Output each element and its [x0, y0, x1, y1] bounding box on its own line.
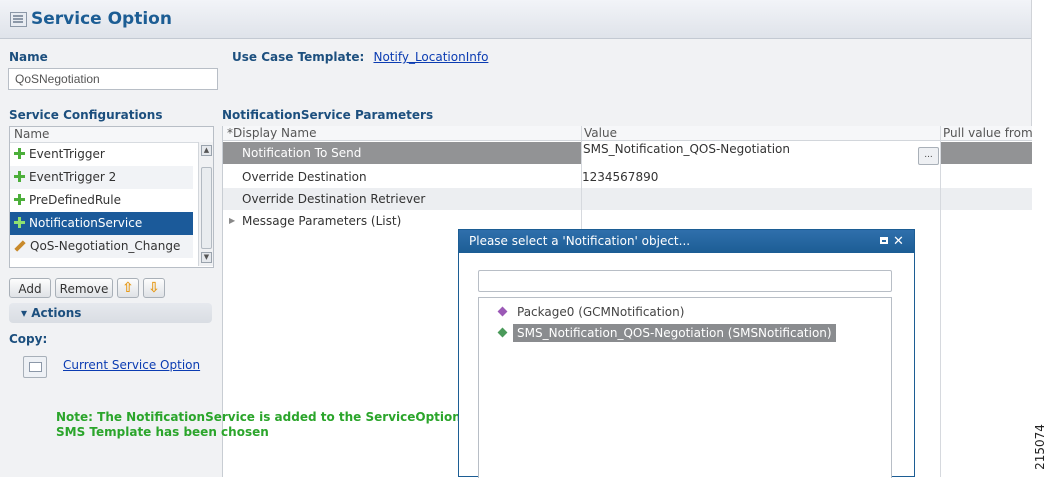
use-case-template: Use Case Template: Notify_LocationInfo: [232, 50, 488, 64]
plus-icon: [14, 217, 25, 228]
pencil-icon: [14, 240, 26, 252]
browse-button[interactable]: ...: [918, 147, 939, 165]
col-value: Value: [582, 126, 940, 141]
col-pull-value-from: Pull value from: [940, 126, 1032, 141]
use-case-link[interactable]: Notify_LocationInfo: [373, 50, 488, 64]
scroll-down-icon[interactable]: ▼: [201, 252, 212, 263]
dialog-titlebar: Please select a 'Notification' object...…: [459, 230, 914, 253]
list-scrollbar[interactable]: ▲ ▼: [198, 142, 213, 266]
table-row[interactable]: Override Destination Retriever: [223, 188, 1032, 210]
notification-diamond-icon: [497, 306, 508, 317]
move-down-button[interactable]: ⇩: [143, 278, 165, 298]
service-option-icon: [10, 12, 27, 27]
panel-header: Service Option: [0, 0, 1031, 39]
expand-triangle-icon[interactable]: ▶: [229, 210, 235, 232]
table-row[interactable]: Override Destination 1234567890: [223, 166, 1032, 188]
table-row[interactable]: Notification To Send SMS_Notification_QO…: [223, 142, 1032, 164]
notification-diamond-icon: [497, 327, 508, 338]
actions-title: ▾ Actions: [21, 306, 82, 320]
notification-tree: Package0 (GCMNotification) SMS_Notificat…: [478, 297, 892, 478]
service-option-panel: Service Option Name Use Case Template: N…: [0, 0, 1032, 478]
column-divider: [940, 126, 941, 477]
list-item-eventtrigger-2[interactable]: EventTrigger 2: [10, 166, 193, 189]
remove-button[interactable]: Remove: [55, 278, 113, 298]
plus-icon: [14, 194, 25, 205]
parameters-label: NotificationService Parameters: [222, 108, 434, 122]
name-input[interactable]: [8, 68, 218, 90]
list-column-header: Name: [10, 127, 213, 143]
param-name: Message Parameters (List): [242, 214, 402, 228]
param-value[interactable]: 1234567890: [582, 166, 658, 188]
page-title: Service Option: [31, 9, 172, 29]
chevron-down-icon: ▾: [21, 306, 28, 320]
tree-item-sms-notification[interactable]: SMS_Notification_QOS-Negotiation (SMSNot…: [497, 323, 836, 343]
dialog-title: Please select a 'Notification' object...: [469, 234, 691, 248]
list-item-notificationservice[interactable]: NotificationService: [10, 212, 193, 235]
param-name: Override Destination Retriever: [242, 192, 426, 206]
param-name: Override Destination: [242, 170, 367, 184]
close-icon[interactable]: ✕: [893, 230, 904, 253]
param-value[interactable]: SMS_Notification_QOS-Negotiation: [581, 142, 940, 164]
add-button[interactable]: Add: [9, 278, 51, 298]
param-name: Notification To Send: [242, 146, 362, 160]
col-display-name: *Display Name: [223, 126, 582, 141]
scroll-thumb[interactable]: [201, 167, 212, 249]
service-configurations-list: Name EventTrigger EventTrigger 2 PreDefi…: [9, 126, 214, 268]
actions-section-header[interactable]: ▾ Actions: [9, 303, 212, 323]
tree-item-package0[interactable]: Package0 (GCMNotification): [497, 302, 688, 322]
copy-current-service-option-link[interactable]: Current Service Option: [63, 358, 200, 372]
scroll-up-icon[interactable]: ▲: [201, 145, 212, 156]
list-item-eventtrigger[interactable]: EventTrigger: [10, 143, 193, 166]
maximize-icon[interactable]: [880, 237, 888, 244]
list-item-qos-negotiation-change[interactable]: QoS-Negotiation_Change: [10, 235, 193, 258]
select-notification-dialog: Please select a 'Notification' object...…: [458, 229, 915, 478]
list-item-predefinedrule[interactable]: PreDefinedRule: [10, 189, 193, 212]
copy-label: Copy:: [9, 332, 48, 346]
figure-id: 215074: [1032, 424, 1047, 470]
name-label: Name: [9, 50, 48, 64]
move-up-button[interactable]: ⇧: [117, 278, 139, 298]
use-case-label: Use Case Template:: [232, 50, 365, 64]
dialog-search-input[interactable]: [478, 270, 892, 292]
service-configurations-label: Service Configurations: [9, 108, 163, 122]
plus-icon: [14, 148, 25, 159]
plus-icon: [14, 171, 25, 182]
copy-service-option-icon[interactable]: [23, 356, 47, 378]
